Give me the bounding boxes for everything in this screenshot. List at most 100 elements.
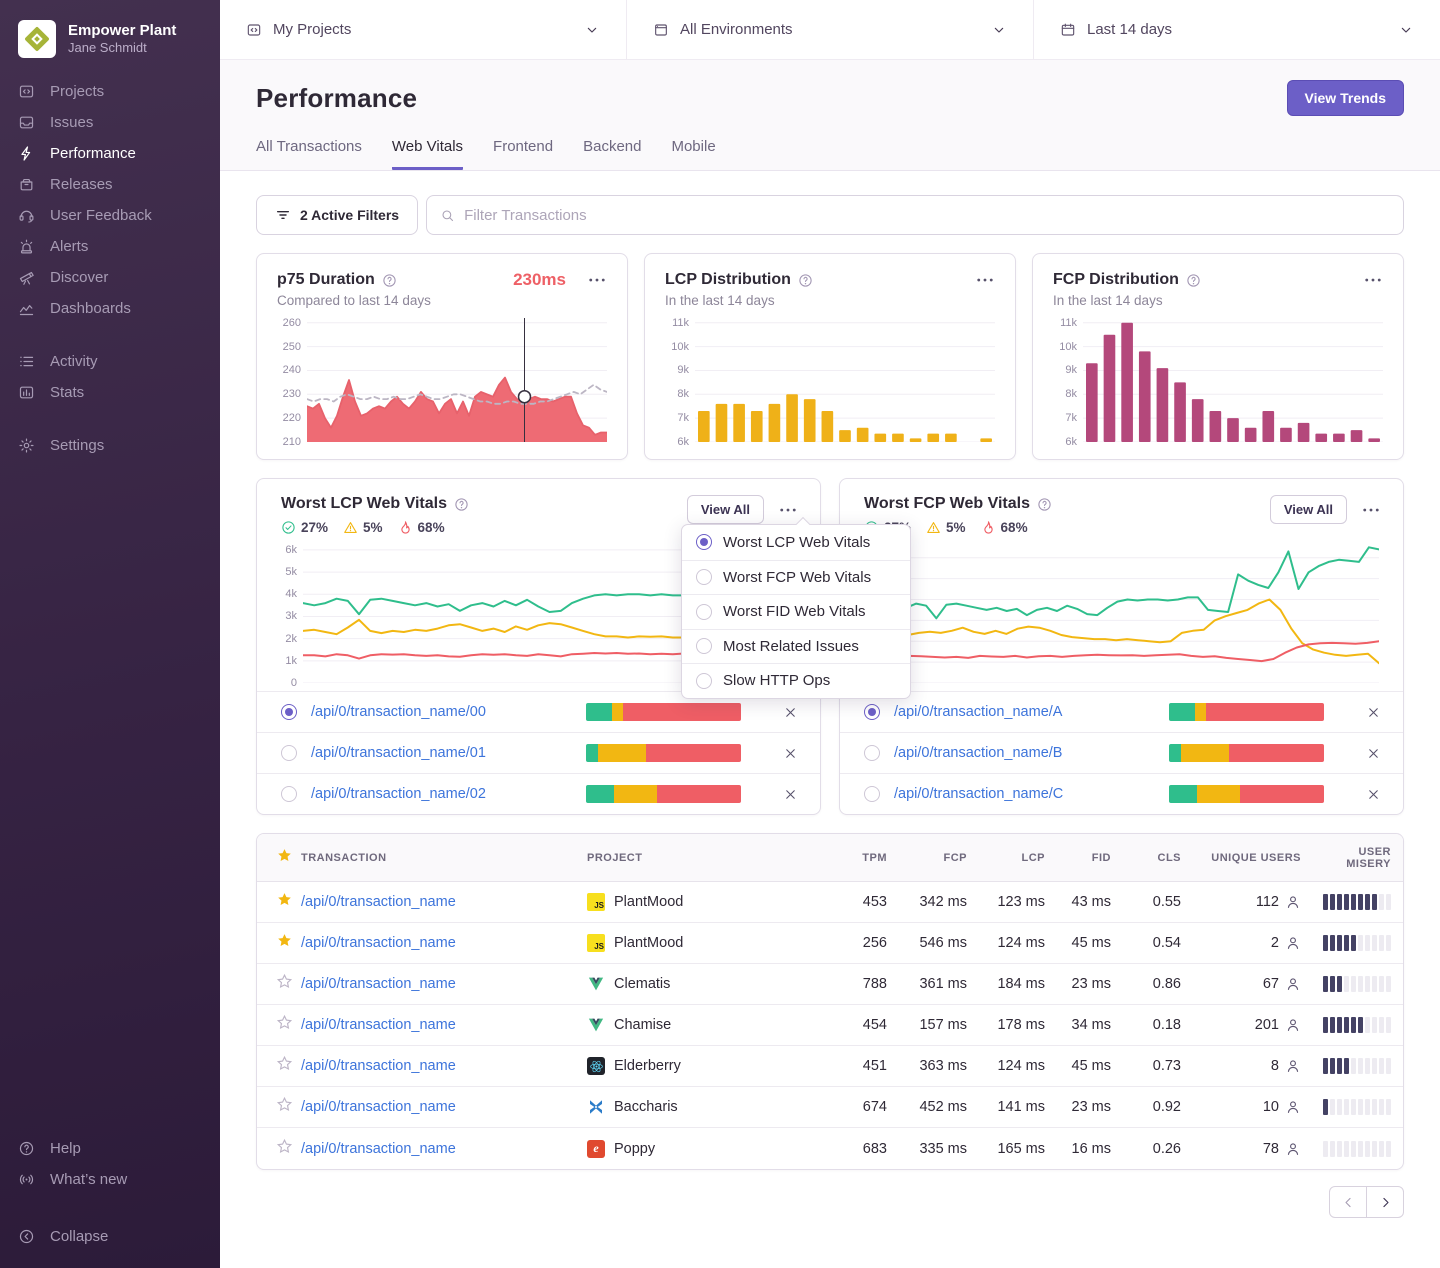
- project-cell: Baccharis: [587, 1098, 833, 1116]
- table-row[interactable]: /api/0/transaction_nameBaccharis674452 m…: [257, 1087, 1403, 1128]
- sidebar-item-help[interactable]: Help: [0, 1133, 220, 1164]
- column-header-fcp[interactable]: FCP: [897, 852, 977, 864]
- table-row[interactable]: /api/0/transaction_nameClematis788361 ms…: [257, 964, 1403, 1005]
- transaction-link[interactable]: /api/0/transaction_name/A: [894, 704, 1062, 720]
- column-header-transaction[interactable]: TRANSACTION: [301, 852, 587, 864]
- org-logo: [18, 20, 56, 58]
- close-icon[interactable]: [1366, 746, 1381, 761]
- view-all-button[interactable]: View All: [687, 495, 764, 524]
- more-options-icon[interactable]: [778, 500, 798, 520]
- star-icon[interactable]: [276, 891, 293, 908]
- dropdown-option-worst-lcp-web-vitals[interactable]: Worst LCP Web Vitals: [682, 525, 910, 560]
- column-header-fid[interactable]: FID: [1055, 852, 1121, 864]
- tab-frontend[interactable]: Frontend: [493, 138, 553, 170]
- help-icon[interactable]: [1186, 273, 1201, 288]
- tab-web-vitals[interactable]: Web Vitals: [392, 138, 463, 170]
- close-icon[interactable]: [1366, 705, 1381, 720]
- next-page-button[interactable]: [1366, 1186, 1404, 1218]
- column-header-project[interactable]: PROJECT: [587, 852, 833, 864]
- view-all-button[interactable]: View All: [1270, 495, 1347, 524]
- previous-page-button[interactable]: [1329, 1186, 1367, 1218]
- close-icon[interactable]: [783, 746, 798, 761]
- stats-icon: [18, 384, 35, 401]
- dropdown-option-slow-http-ops[interactable]: Slow HTTP Ops: [682, 663, 910, 698]
- column-header-user-misery[interactable]: USER MISERY: [1313, 846, 1404, 870]
- radio-icon[interactable]: [281, 704, 297, 720]
- column-header-cls[interactable]: CLS: [1121, 852, 1191, 864]
- more-options-icon[interactable]: [587, 270, 607, 290]
- close-icon[interactable]: [783, 705, 798, 720]
- transaction-link[interactable]: /api/0/transaction_name/00: [311, 704, 486, 720]
- star-icon[interactable]: [276, 1055, 293, 1072]
- table-row[interactable]: /api/0/transaction_nameePoppy683335 ms16…: [257, 1128, 1403, 1169]
- sidebar-item-stats[interactable]: Stats: [0, 377, 220, 408]
- user-misery-bar: [1313, 1099, 1404, 1115]
- sidebar-item-what-s-new[interactable]: What’s new: [0, 1164, 220, 1195]
- tab-backend[interactable]: Backend: [583, 138, 641, 170]
- sidebar-item-dashboards[interactable]: Dashboards: [0, 293, 220, 324]
- close-icon[interactable]: [783, 787, 798, 802]
- star-icon[interactable]: [276, 973, 293, 990]
- transaction-link[interactable]: /api/0/transaction_name/01: [311, 745, 486, 761]
- radio-icon[interactable]: [864, 786, 880, 802]
- sidebar-item-user-feedback[interactable]: User Feedback: [0, 200, 220, 231]
- column-header-lcp[interactable]: LCP: [977, 852, 1055, 864]
- daterange-selector[interactable]: Last 14 days: [1033, 0, 1440, 59]
- table-row[interactable]: /api/0/transaction_nameJSPlantMood453342…: [257, 882, 1403, 923]
- active-filters-button[interactable]: 2 Active Filters: [256, 195, 418, 235]
- radio-icon[interactable]: [281, 786, 297, 802]
- star-icon[interactable]: [276, 1138, 293, 1155]
- transaction-link[interactable]: /api/0/transaction_name/C: [894, 786, 1063, 802]
- dropdown-option-worst-fid-web-vitals[interactable]: Worst FID Web Vitals: [682, 594, 910, 629]
- sidebar-item-collapse[interactable]: Collapse: [0, 1221, 220, 1252]
- transaction-link[interactable]: /api/0/transaction_name: [301, 1058, 456, 1074]
- star-icon[interactable]: [276, 1014, 293, 1031]
- help-icon[interactable]: [454, 497, 469, 512]
- sidebar-item-activity[interactable]: Activity: [0, 346, 220, 377]
- transaction-link[interactable]: /api/0/transaction_name/B: [894, 745, 1062, 761]
- sidebar-item-label: Stats: [50, 384, 84, 401]
- transaction-link[interactable]: /api/0/transaction_name: [301, 1099, 456, 1115]
- dropdown-option-worst-fcp-web-vitals[interactable]: Worst FCP Web Vitals: [682, 560, 910, 595]
- transaction-link[interactable]: /api/0/transaction_name/02: [311, 786, 486, 802]
- sidebar-item-discover[interactable]: Discover: [0, 262, 220, 293]
- dropdown-option-most-related-issues[interactable]: Most Related Issues: [682, 629, 910, 664]
- transaction-link[interactable]: /api/0/transaction_name: [301, 1141, 456, 1157]
- sidebar-item-performance[interactable]: Performance: [0, 138, 220, 169]
- tpm-cell: 454: [833, 1017, 897, 1033]
- radio-icon[interactable]: [864, 704, 880, 720]
- project-selector[interactable]: My Projects: [220, 0, 626, 59]
- sidebar-item-projects[interactable]: Projects: [0, 76, 220, 107]
- help-icon[interactable]: [1037, 497, 1052, 512]
- star-icon[interactable]: [276, 932, 293, 949]
- org-switcher[interactable]: Empower Plant Jane Schmidt: [0, 16, 220, 76]
- tab-all-transactions[interactable]: All Transactions: [256, 138, 362, 170]
- transaction-link[interactable]: /api/0/transaction_name: [301, 1017, 456, 1033]
- more-options-icon[interactable]: [1361, 500, 1381, 520]
- radio-icon[interactable]: [864, 745, 880, 761]
- sidebar-item-issues[interactable]: Issues: [0, 107, 220, 138]
- more-options-icon[interactable]: [1363, 270, 1383, 290]
- search-input[interactable]: [464, 207, 1390, 224]
- view-trends-button[interactable]: View Trends: [1287, 80, 1404, 116]
- transaction-link[interactable]: /api/0/transaction_name: [301, 894, 456, 910]
- environment-selector[interactable]: All Environments: [626, 0, 1033, 59]
- transaction-link[interactable]: /api/0/transaction_name: [301, 935, 456, 951]
- table-row[interactable]: /api/0/transaction_nameJSPlantMood256546…: [257, 923, 1403, 964]
- more-options-icon[interactable]: [975, 270, 995, 290]
- column-header-unique-users[interactable]: UNIQUE USERS: [1191, 852, 1313, 864]
- sidebar-item-alerts[interactable]: Alerts: [0, 231, 220, 262]
- transaction-link[interactable]: /api/0/transaction_name: [301, 976, 456, 992]
- sidebar-item-settings[interactable]: Settings: [0, 430, 220, 461]
- column-header-tpm[interactable]: TPM: [833, 852, 897, 864]
- close-icon[interactable]: [1366, 787, 1381, 802]
- star-icon[interactable]: [276, 1096, 293, 1113]
- fid-cell: 45 ms: [1055, 935, 1121, 951]
- sidebar-item-releases[interactable]: Releases: [0, 169, 220, 200]
- tab-mobile[interactable]: Mobile: [671, 138, 715, 170]
- radio-icon[interactable]: [281, 745, 297, 761]
- table-row[interactable]: /api/0/transaction_nameChamise454157 ms1…: [257, 1005, 1403, 1046]
- help-icon[interactable]: [798, 273, 813, 288]
- table-row[interactable]: /api/0/transaction_nameElderberry451363 …: [257, 1046, 1403, 1087]
- help-icon[interactable]: [382, 273, 397, 288]
